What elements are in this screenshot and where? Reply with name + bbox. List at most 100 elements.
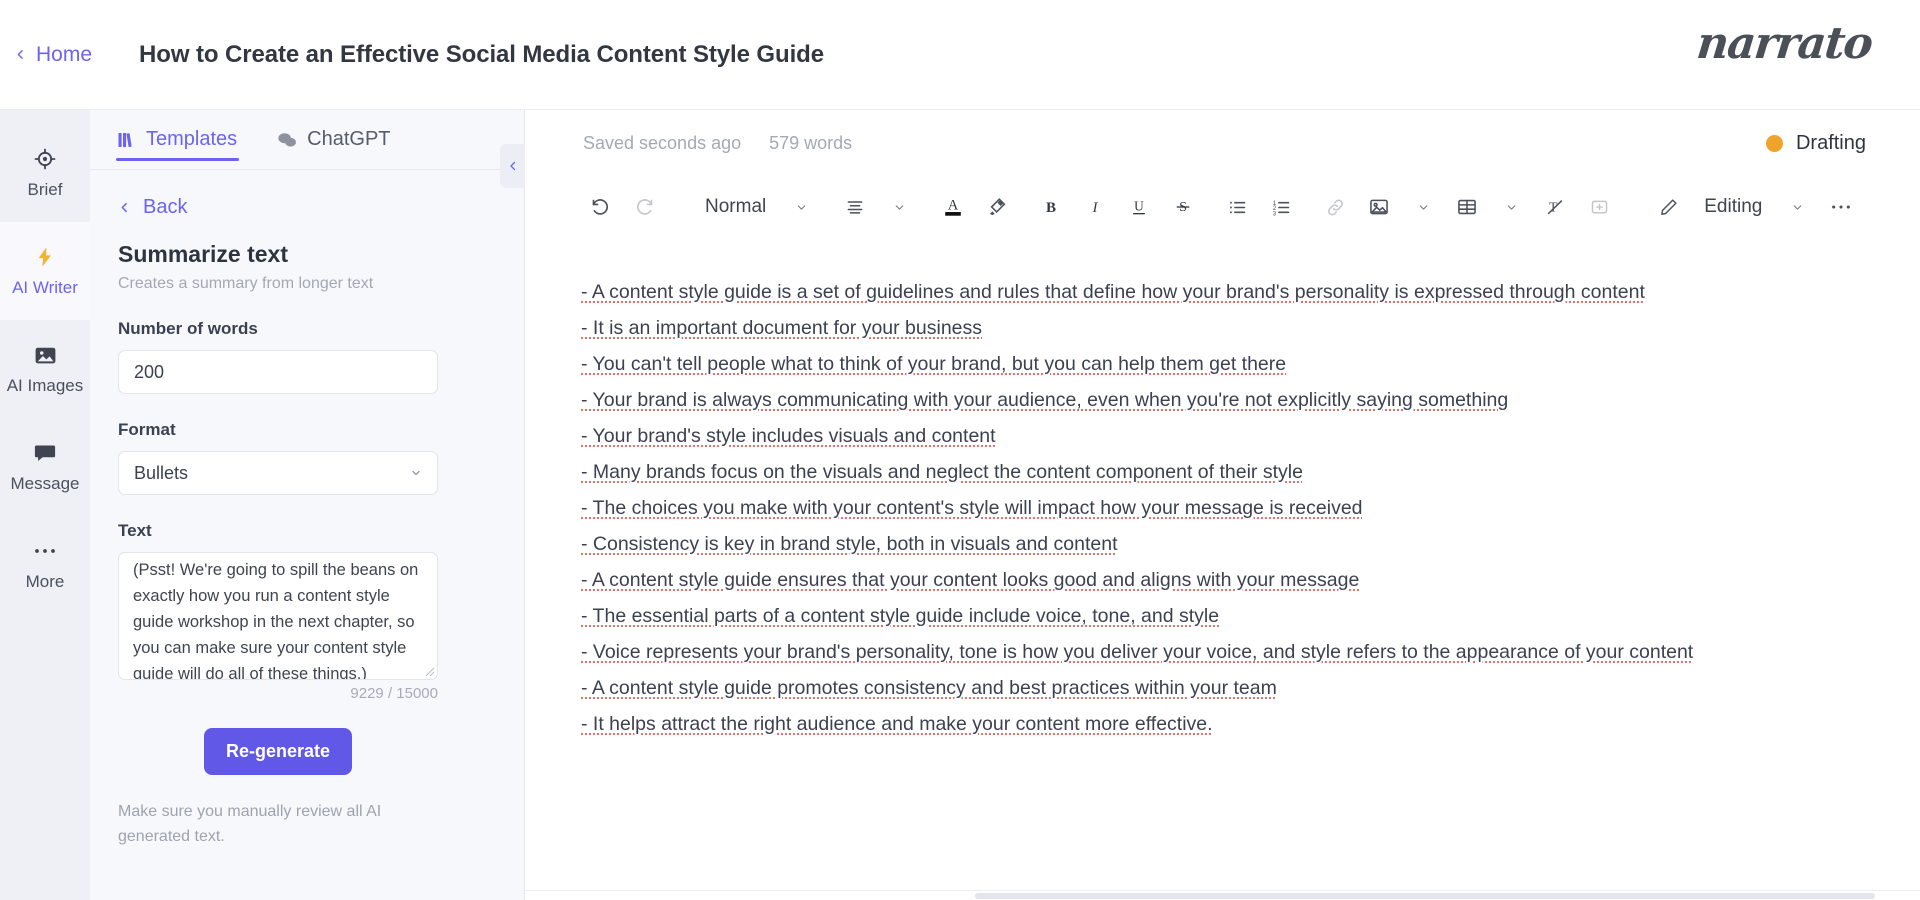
italic-button[interactable]: I	[1076, 188, 1114, 226]
document-line: - It is an important document for your b…	[581, 317, 983, 339]
align-icon	[847, 201, 863, 214]
character-counter: 9229 / 15000	[350, 685, 438, 702]
target-icon	[33, 146, 57, 172]
underline-button[interactable]: U	[1120, 188, 1158, 226]
sidebar-label-message: Message	[10, 474, 80, 493]
svg-text:3: 3	[1272, 210, 1276, 217]
lightning-icon	[34, 244, 56, 270]
home-back-link[interactable]: Home	[14, 43, 92, 67]
chevron-left-icon	[121, 202, 127, 213]
horizontal-scrollbar[interactable]	[525, 890, 1920, 900]
paragraph-style-dropdown[interactable]	[782, 188, 820, 226]
back-button[interactable]: Back	[118, 196, 496, 219]
chat-icon	[277, 131, 297, 149]
bullet-list-icon	[1229, 201, 1246, 213]
number-of-words-input[interactable]: 200	[118, 350, 438, 394]
paragraph-style-label[interactable]: Normal	[695, 188, 776, 226]
format-select[interactable]: Bullets	[118, 451, 438, 495]
bold-button[interactable]: B	[1032, 188, 1070, 226]
chevron-down-icon	[1419, 204, 1428, 210]
editing-mode-icon-wrap[interactable]	[1650, 188, 1688, 226]
tab-label-chatgpt: ChatGPT	[307, 128, 391, 150]
document-content[interactable]: - A content style guide is a set of guid…	[525, 238, 1920, 890]
status-badge-label: Drafting	[1795, 131, 1866, 154]
top-bar: Home How to Create an Effective Social M…	[0, 0, 1920, 110]
document-line: - The essential parts of a content style…	[581, 605, 1220, 627]
word-count: 579 words	[769, 132, 853, 153]
table-icon	[1458, 199, 1477, 215]
text-textarea[interactable]: (Psst! We're going to spill the beans on…	[118, 552, 438, 680]
resize-grip-icon[interactable]	[425, 667, 435, 677]
template-title: Summarize text	[118, 241, 289, 267]
scrollbar-thumb[interactable]	[975, 893, 1875, 899]
align-dropdown[interactable]	[880, 188, 918, 226]
numbered-list-icon: 123	[1272, 199, 1290, 217]
regenerate-button[interactable]: Re-generate	[203, 728, 353, 775]
insert-image-button[interactable]	[1360, 188, 1398, 226]
status-badge[interactable]: Drafting	[1765, 131, 1866, 155]
chevron-down-icon	[895, 204, 904, 210]
sidebar-item-ai-images[interactable]: AI Images	[0, 320, 90, 418]
clear-format-button[interactable]: T	[1536, 188, 1574, 226]
format-select-wrap: Bullets	[118, 451, 438, 495]
sidebar-item-brief[interactable]: Brief	[0, 124, 90, 222]
sidebar-label-ai-writer: AI Writer	[12, 278, 78, 297]
sidebar-item-message[interactable]: Message	[0, 418, 90, 516]
highlight-icon	[990, 198, 1006, 216]
chevron-down-icon	[1507, 204, 1516, 210]
editing-mode-label[interactable]: Editing	[1694, 188, 1772, 226]
ellipsis-icon	[1832, 205, 1851, 209]
bullet-list-button[interactable]	[1218, 188, 1256, 226]
link-button[interactable]	[1316, 188, 1354, 226]
template-panel: Templates ChatGPT Back Summarize text Cr…	[90, 110, 525, 900]
document-line: - Your brand is always communicating wit…	[581, 389, 1509, 411]
strikethrough-icon: S	[1176, 199, 1190, 215]
image-icon	[1370, 199, 1389, 215]
highlight-button[interactable]	[978, 188, 1016, 226]
insert-table-button[interactable]	[1448, 188, 1486, 226]
document-line: - A content style guide ensures that you…	[581, 569, 1360, 591]
table-dropdown[interactable]	[1492, 188, 1530, 226]
narrato-logo[interactable]: narrato	[1695, 18, 1875, 69]
chevron-left-icon	[17, 50, 23, 59]
strikethrough-button[interactable]: S	[1164, 188, 1202, 226]
collapse-panel-button[interactable]	[500, 144, 525, 188]
text-color-icon: A	[945, 198, 962, 216]
svg-text:I: I	[1092, 200, 1099, 216]
tab-label-templates: Templates	[146, 128, 238, 150]
image-dropdown[interactable]	[1404, 188, 1442, 226]
regenerate-wrap: Re-generate	[118, 728, 438, 775]
undo-button[interactable]	[581, 188, 619, 226]
back-label: Back	[143, 196, 188, 218]
more-options-button[interactable]	[1822, 188, 1860, 226]
tab-templates[interactable]: Templates	[116, 110, 240, 170]
document-line: - You can't tell people what to think of…	[581, 353, 1287, 375]
sidebar-item-more[interactable]: More	[0, 516, 90, 614]
textarea-value: (Psst! We're going to spill the beans on…	[133, 561, 419, 680]
bold-icon: B	[1046, 200, 1056, 216]
editor-toolbar: Normal A B I U S 1 2 3 T Editing	[525, 176, 1920, 238]
link-icon	[1327, 199, 1343, 215]
add-comment-button[interactable]	[1580, 188, 1618, 226]
underline-icon: U	[1133, 198, 1146, 215]
document-line: - The choices you make with your content…	[581, 497, 1363, 519]
document-line: - A content style guide is a set of guid…	[581, 281, 1645, 303]
numbered-list-button[interactable]: 123	[1262, 188, 1300, 226]
saved-status: Saved seconds ago	[583, 132, 742, 153]
chevron-down-icon	[1793, 204, 1802, 210]
align-button[interactable]	[836, 188, 874, 226]
label-number-of-words: Number of words	[118, 319, 258, 338]
main-layout: Brief AI Writer AI Images Message More T…	[0, 110, 1920, 900]
redo-icon	[636, 198, 652, 215]
chevron-left-icon	[509, 161, 515, 171]
tab-chatgpt[interactable]: ChatGPT	[275, 110, 392, 170]
sidebar-label-more: More	[25, 572, 65, 591]
document-line: - Voice represents your brand's personal…	[581, 641, 1694, 663]
sidebar-item-ai-writer[interactable]: AI Writer	[0, 222, 90, 320]
editing-mode-dropdown[interactable]	[1778, 188, 1816, 226]
text-color-button[interactable]: A	[934, 188, 972, 226]
sidebar-label-ai-images: AI Images	[6, 376, 84, 395]
clear-format-icon: T	[1547, 200, 1563, 215]
redo-button[interactable]	[625, 188, 663, 226]
image-icon	[33, 342, 58, 368]
